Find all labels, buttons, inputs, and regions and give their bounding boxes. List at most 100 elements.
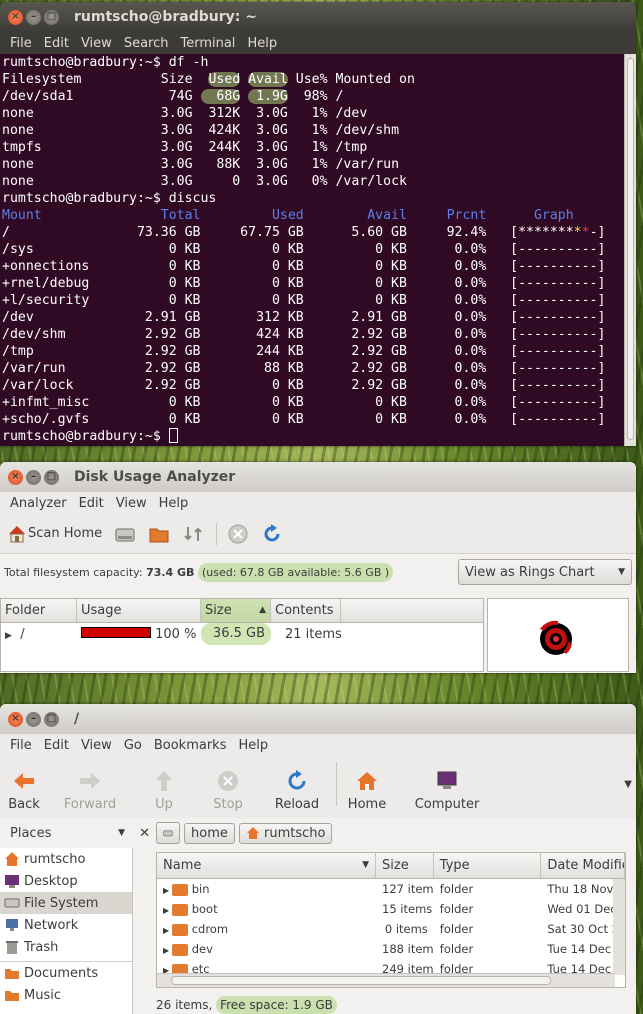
close-icon[interactable]: × — [8, 469, 23, 485]
refresh-button[interactable] — [261, 523, 283, 545]
scan-remote-button[interactable] — [182, 523, 204, 545]
sidebar-item-file-system[interactable]: File System — [0, 892, 132, 914]
df-cell: 1% /dev/shm — [287, 123, 400, 138]
scan-filesystem-button[interactable] — [114, 523, 136, 545]
file-name: boot — [191, 902, 218, 916]
terminal-scrollbar[interactable] — [624, 54, 636, 446]
sidebar-item-rumtscho[interactable]: rumtscho — [0, 848, 132, 870]
df-used: 88K — [200, 157, 241, 172]
status-item-count: 26 items, — [156, 998, 213, 1012]
menu-file[interactable]: File — [4, 738, 38, 753]
table-row[interactable]: ▶ dev188 itemsfolderTue 14 Dec 201 — [157, 939, 625, 959]
sidebar-item-trash[interactable]: Trash — [0, 936, 132, 958]
back-button[interactable]: Back — [4, 769, 44, 812]
scan-folder-button[interactable] — [148, 523, 170, 545]
df-row: none 3.0G 424K 3.0G 1% /dev/shm — [2, 122, 634, 139]
home-icon — [5, 852, 19, 866]
menu-edit[interactable]: Edit — [38, 36, 75, 51]
usage-cell: 100 % — [77, 626, 201, 642]
maximize-icon[interactable]: □ — [44, 469, 59, 485]
close-icon[interactable]: × — [8, 9, 23, 25]
computer-button[interactable]: Computer — [415, 769, 479, 812]
expander-icon[interactable]: ▶ — [163, 926, 172, 935]
table-row[interactable]: ▶ cdrom0 itemsfolderSat 30 Oct 2010 — [157, 919, 625, 939]
sidebar-item-documents[interactable]: Documents — [0, 962, 132, 984]
up-button[interactable]: Up — [144, 769, 184, 812]
expander-icon[interactable]: ▶ — [5, 631, 12, 641]
root-crumb[interactable] — [156, 822, 180, 844]
menu-view[interactable]: View — [110, 496, 153, 511]
df-cell: none 3.0G — [2, 123, 201, 138]
breadcrumb-home[interactable]: home — [184, 822, 235, 844]
maximize-icon[interactable]: □ — [44, 711, 59, 727]
col-usage[interactable]: Usage — [77, 599, 201, 622]
reload-icon — [288, 770, 306, 790]
close-sidebar-icon[interactable]: ✕ — [139, 826, 150, 841]
col-name[interactable]: Name ▼ — [157, 853, 377, 878]
col-type[interactable]: Type — [434, 853, 542, 878]
forward-button[interactable]: Forward — [60, 769, 120, 812]
minimize-icon[interactable]: – — [26, 711, 41, 727]
minimize-icon[interactable]: – — [26, 9, 41, 25]
menu-help[interactable]: Help — [232, 738, 274, 753]
col-size[interactable]: Size — [376, 853, 434, 878]
col-folder[interactable]: Folder — [1, 599, 77, 622]
harddisk-icon — [163, 830, 173, 837]
home-button[interactable]: Home — [347, 769, 387, 812]
expander-icon[interactable]: ▶ — [163, 906, 172, 915]
table-row[interactable]: ▶ bin127 itemsfolderThu 18 Nov 201 — [157, 879, 625, 899]
table-row[interactable]: ▶ boot15 itemsfolderWed 01 Dec 201 — [157, 899, 625, 919]
menu-analyzer[interactable]: Analyzer — [4, 496, 73, 511]
file-list-hscroll[interactable] — [157, 973, 615, 987]
col-date-modified[interactable]: Date Modifie — [541, 853, 625, 878]
sidebar-item-network[interactable]: Network — [0, 914, 132, 936]
file-list-header: Name ▼ Size Type Date Modifie — [157, 853, 625, 879]
scan-home-button[interactable]: Scan Home — [6, 523, 102, 545]
file-type-cell: folder — [439, 922, 474, 936]
stop-label: Stop — [213, 797, 243, 812]
terminal-output[interactable]: rumtscho@bradbury:~$ df -h Filesystem Siz… — [0, 54, 636, 446]
df-header-text: Filesystem Size — [2, 72, 209, 87]
close-icon[interactable]: × — [8, 711, 23, 727]
menu-edit[interactable]: Edit — [38, 738, 75, 753]
col-contents[interactable]: Contents — [271, 599, 341, 622]
maximize-icon[interactable]: □ — [44, 9, 59, 25]
df-header-line: Filesystem Size Used Avail Use% Mounted … — [2, 71, 634, 88]
network-icon — [6, 919, 18, 931]
stop-button[interactable]: Stop — [208, 769, 248, 812]
file-list-vscroll[interactable] — [613, 879, 625, 975]
discus-row: +scho/.gvfs 0 KB 0 KB 0 KB 0.0% [-------… — [2, 411, 634, 428]
expander-icon[interactable]: ▶ — [163, 886, 172, 895]
menu-help[interactable]: Help — [241, 36, 283, 51]
toolbar-overflow-icon[interactable]: ▼ — [624, 779, 632, 790]
sidebar-item-music[interactable]: Music — [0, 984, 132, 1006]
discus-graph: [----------] — [510, 412, 606, 427]
capacity-row: Total filesystem capacity: 73.4 GB (used… — [0, 554, 636, 590]
reload-button[interactable]: Reload — [272, 769, 322, 812]
view-mode-select[interactable]: View as Rings Chart ▼ — [458, 559, 632, 585]
folder-icon — [5, 969, 19, 979]
menu-view[interactable]: View — [75, 36, 118, 51]
sidebar-label: Desktop — [24, 873, 78, 889]
col-size[interactable]: Size ▲ — [201, 599, 271, 622]
minimize-icon[interactable]: – — [26, 469, 41, 485]
discus-row: +rnel/debug 0 KB 0 KB 0 KB 0.0% [-------… — [2, 275, 634, 292]
menu-edit[interactable]: Edit — [73, 496, 110, 511]
expander-icon[interactable]: ▶ — [163, 946, 172, 955]
menu-file[interactable]: File — [4, 36, 38, 51]
menu-search[interactable]: Search — [118, 36, 175, 51]
stop-button[interactable] — [216, 522, 249, 545]
places-selector[interactable]: Places ▼ ✕ — [0, 826, 150, 841]
terminal-menubar: File Edit View Search Terminal Help — [0, 32, 636, 54]
menu-go[interactable]: Go — [118, 738, 148, 753]
table-row[interactable]: ▶ / 100 % 36.5 GB 21 items — [1, 623, 483, 645]
menu-terminal[interactable]: Terminal — [174, 36, 241, 51]
sidebar-item-desktop[interactable]: Desktop — [0, 870, 132, 892]
discus-graph: [----------] — [510, 293, 606, 308]
menu-bookmarks[interactable]: Bookmarks — [148, 738, 233, 753]
menu-help[interactable]: Help — [153, 496, 195, 511]
rings-chart[interactable] — [487, 598, 629, 672]
breadcrumb-rumtscho[interactable]: rumtscho — [238, 822, 333, 844]
menu-view[interactable]: View — [75, 738, 118, 753]
discus-cell: +infmt_misc 0 KB 0 KB 0 KB 0.0% — [2, 395, 511, 410]
